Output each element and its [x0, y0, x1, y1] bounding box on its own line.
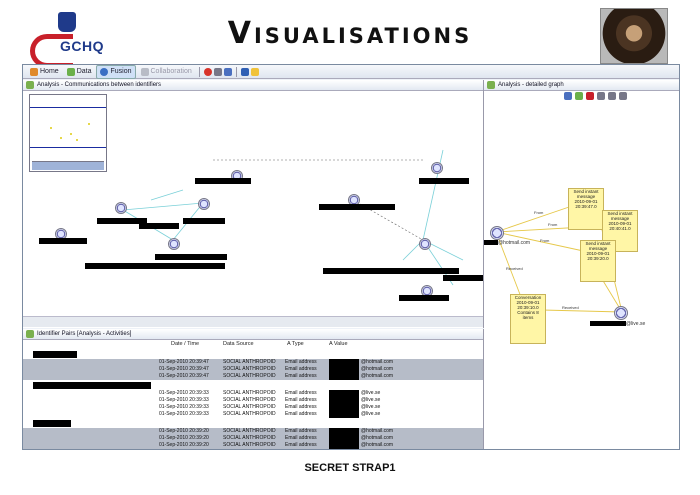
redaction-bar	[139, 223, 179, 229]
data-icon	[66, 67, 75, 76]
edge-label: Received	[506, 266, 523, 271]
folder-icon[interactable]	[250, 67, 259, 76]
crest-icon	[58, 12, 76, 32]
group-header[interactable]	[27, 351, 483, 358]
toolbar: Home Data Fusion Collaboration	[23, 64, 679, 79]
redaction-bar	[39, 238, 87, 244]
horizontal-scrollbar[interactable]	[23, 316, 483, 327]
message-node[interactable]: Send instant message 2010-09-01 20:39:20.0	[580, 240, 616, 282]
table-row[interactable]: 01-Sep-2010 20:39:33 SOCIAL ANTHROPOID Ema…	[23, 404, 483, 411]
col-header-date[interactable]: Date / Time	[171, 341, 199, 347]
graph-pane: Analysis - Communications between identi…	[23, 80, 484, 328]
email-right: @live.se	[626, 321, 646, 327]
table-row[interactable]: 01-Sep-2010 20:39:47 SOCIAL ANTHROPOID Ema…	[23, 366, 483, 373]
redaction-bar	[329, 359, 359, 380]
monkey-photo	[600, 8, 668, 64]
list-icon[interactable]	[223, 67, 232, 76]
slide-title: Visualisations	[227, 16, 473, 51]
fusion-icon	[100, 67, 109, 76]
table-pane-tab[interactable]: Identifier Pairs [Analysis - Activities]	[23, 329, 483, 340]
redaction-bar	[329, 390, 359, 418]
collaboration-icon	[140, 67, 149, 76]
col-header-type[interactable]: A Type	[287, 341, 304, 347]
table-row[interactable]: 01-Sep-2010 20:39:33 SOCIAL ANTHROPOID Ema…	[23, 411, 483, 418]
message-node[interactable]: Send instant message 2010-09-01 20:39:47.0	[568, 188, 604, 230]
group-header[interactable]	[27, 382, 483, 389]
table-row[interactable]: 01-Sep-2010 20:39:33 SOCIAL ANTHROPOID Ema…	[23, 390, 483, 397]
email-left: @hotmail.com	[498, 240, 531, 246]
redaction-bar	[85, 263, 225, 269]
toolbar-home[interactable]: Home	[27, 66, 62, 78]
table-row[interactable]: 01-Sep-2010 20:39:33 SOCIAL ANTHROPOID Ema…	[23, 397, 483, 404]
table-row[interactable]: 01-Sep-2010 20:39:47 SOCIAL ANTHROPOID Ema…	[23, 373, 483, 380]
toolbar-collaboration[interactable]: Collaboration	[138, 66, 195, 78]
edge-label: From	[534, 210, 544, 215]
table-row[interactable]: 01-Sep-2010 20:39:20 SOCIAL ANTHROPOID Ema…	[23, 435, 483, 442]
redaction-bar	[319, 204, 395, 210]
redaction-bar	[329, 428, 359, 449]
save-icon[interactable]	[240, 67, 249, 76]
communication-graph	[122, 149, 464, 286]
table-row[interactable]: 01-Sep-2010 20:39:20 SOCIAL ANTHROPOID Ema…	[23, 428, 483, 435]
redaction-bar	[419, 178, 469, 184]
graph-node[interactable]	[419, 238, 431, 250]
identifier-pairs-pane: Identifier Pairs [Analysis - Activities]…	[23, 329, 484, 449]
table-row[interactable]: 01-Sep-2010 20:39:20 SOCIAL ANTHROPOID Ema…	[23, 442, 483, 449]
redaction-bar	[323, 268, 459, 274]
gchq-logo: GCHQ	[28, 8, 108, 68]
group-header[interactable]	[27, 420, 483, 427]
redaction-bar	[183, 218, 225, 224]
col-header-source[interactable]: Data Source	[223, 341, 254, 347]
graph-node[interactable]	[168, 238, 180, 250]
toolbar-data[interactable]: Data	[64, 66, 95, 78]
redaction-bar	[195, 178, 251, 184]
detailed-graph-pane: Analysis - detailed graph @hotmail.com @…	[484, 80, 679, 449]
link-icon[interactable]	[213, 67, 222, 76]
logo-text: GCHQ	[60, 38, 104, 54]
identifier-node[interactable]	[614, 306, 628, 320]
redaction-bar	[399, 295, 449, 301]
app-window: Home Data Fusion Collaboration Analysis …	[22, 64, 680, 450]
graph-node[interactable]	[198, 198, 210, 210]
home-icon	[30, 67, 38, 76]
stop-icon[interactable]	[203, 67, 212, 76]
toolbar-fusion[interactable]: Fusion	[96, 64, 136, 79]
col-header-value[interactable]: A Value	[329, 341, 348, 347]
redaction-bar	[443, 275, 483, 281]
graph-node[interactable]	[115, 202, 127, 214]
identifier-node[interactable]	[490, 226, 504, 240]
table-row[interactable]: 01-Sep-2010 20:39:47 SOCIAL ANTHROPOID Ema…	[23, 359, 483, 366]
redaction-bar	[590, 321, 626, 326]
edge-label: Received	[562, 305, 579, 310]
redaction-bar	[484, 240, 498, 245]
edge-label: From	[548, 222, 558, 227]
graph-node[interactable]	[431, 162, 443, 174]
edge-label: From	[540, 238, 550, 243]
redaction-bar	[155, 254, 227, 260]
conversation-node[interactable]: Conversation 2010-09-01 20:39:10.0 Contains…	[510, 294, 546, 344]
classification-footer: SECRET STRAP1	[304, 462, 396, 474]
table-icon	[26, 330, 34, 338]
